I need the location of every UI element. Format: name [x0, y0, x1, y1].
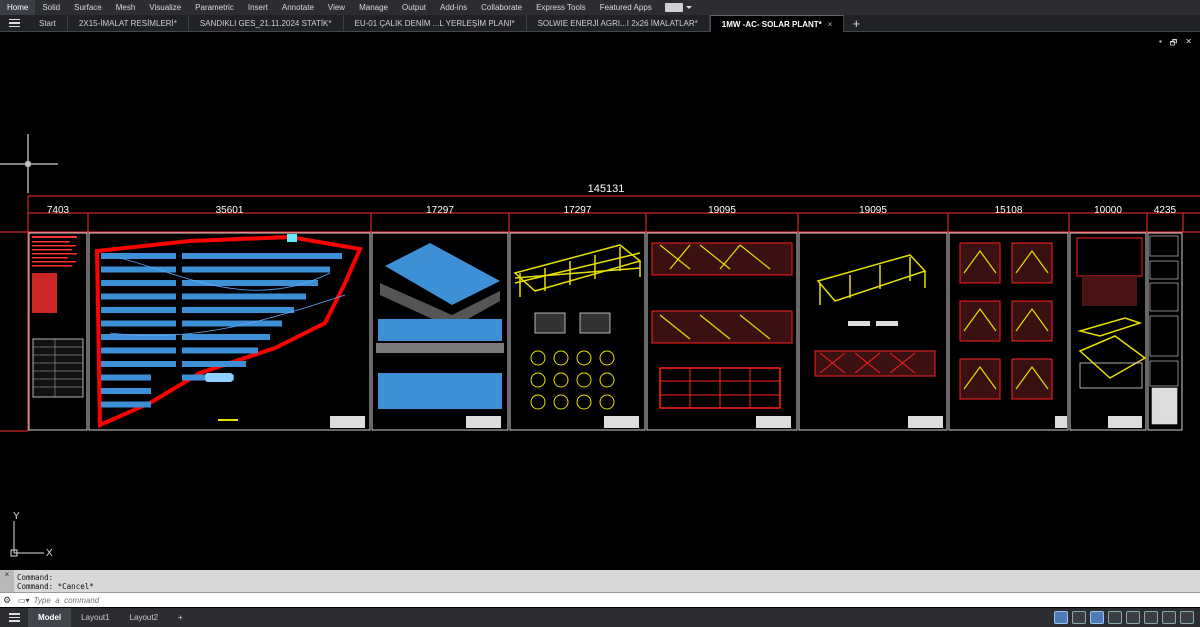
- close-command-icon[interactable]: ×: [0, 570, 14, 580]
- file-tabs: Start 2X15-İMALAT RESİMLERİ* SANDIKLI GE…: [0, 14, 1200, 32]
- ribbon-tab-home[interactable]: Home: [0, 0, 36, 15]
- sheet-frame: [28, 232, 88, 431]
- ribbon-tab-collaborate[interactable]: Collaborate: [474, 0, 529, 15]
- file-tab-start[interactable]: Start: [28, 14, 68, 32]
- sheet-elevations: [651, 242, 793, 428]
- ribbon-tab-parametric[interactable]: Parametric: [188, 0, 241, 15]
- layout-menu-icon[interactable]: [0, 609, 28, 626]
- dimension-label: 17297: [426, 205, 454, 216]
- workspace-icon[interactable]: [1144, 611, 1158, 624]
- status-bar: Model Layout1 Layout2 +: [0, 608, 1200, 627]
- tab-layout1[interactable]: Layout1: [71, 608, 119, 627]
- customize-icon[interactable]: [1180, 611, 1194, 624]
- ribbon-tab-visualize[interactable]: Visualize: [142, 0, 188, 15]
- ucs-y-label: Y: [13, 511, 20, 522]
- total-dimension: 145131: [588, 183, 625, 195]
- new-tab-button[interactable]: +: [844, 15, 868, 32]
- dimension-label: 19095: [708, 205, 736, 216]
- command-history-line: Command:: [17, 573, 54, 582]
- dimension-label: 10000: [1094, 205, 1122, 216]
- file-tab-active-label: 1MW -AC- SOLAR PLANT*: [721, 19, 822, 29]
- close-tab-icon[interactable]: ×: [828, 20, 833, 29]
- file-tab-4[interactable]: SOLWIE ENERJİ AGRI...I 2x26 İMALATLAR*: [527, 14, 710, 32]
- sheet-structure-3d: [814, 254, 943, 428]
- sheet-site-plan: [94, 234, 365, 429]
- ribbon-tab-solid[interactable]: Solid: [35, 0, 67, 15]
- dimension-label: 17297: [564, 205, 592, 216]
- ribbon-tab-output[interactable]: Output: [395, 0, 433, 15]
- ribbon-tab-express-tools[interactable]: Express Tools: [529, 0, 593, 15]
- crosshair-cursor: [0, 134, 58, 193]
- snap-icon[interactable]: [1090, 611, 1104, 624]
- ucs-x-label: X: [46, 548, 53, 559]
- file-tab-1[interactable]: 2X15-İMALAT RESİMLERİ*: [68, 14, 189, 32]
- menu-icon[interactable]: [0, 15, 28, 32]
- ribbon-tabs: Home Solid Surface Mesh Visualize Parame…: [0, 0, 1200, 15]
- grid-icon[interactable]: [1072, 611, 1086, 624]
- sheet-schedules: [1149, 235, 1179, 425]
- sheet-pv-table-3d: [376, 243, 504, 428]
- model-space-icon[interactable]: [1054, 611, 1068, 624]
- ribbon-tab-manage[interactable]: Manage: [352, 0, 395, 15]
- file-tab-2[interactable]: SANDIKLI GES_21.11.2024 STATİK*: [189, 14, 344, 32]
- file-tab-3[interactable]: EU-01 ÇALIK DENİM ...L YERLEŞİM PLANI*: [344, 14, 527, 32]
- add-layout-button[interactable]: +: [168, 608, 193, 627]
- tab-model[interactable]: Model: [28, 608, 72, 627]
- command-input[interactable]: [33, 595, 434, 605]
- ribbon-tab-mesh[interactable]: Mesh: [109, 0, 143, 15]
- sheet-legend: [32, 236, 84, 398]
- ucs-icon: [10, 521, 44, 557]
- sheet-frame: [88, 232, 371, 431]
- command-line: ⚙ ▭▾: [0, 592, 1200, 607]
- ribbon-display-toggle-icon[interactable]: [664, 3, 692, 12]
- command-history-line: Command: *Cancel*: [17, 582, 94, 591]
- tab-layout2[interactable]: Layout2: [120, 608, 168, 627]
- ribbon-tab-surface[interactable]: Surface: [67, 0, 109, 15]
- dimension-label: 15108: [995, 205, 1023, 216]
- print-icon[interactable]: [1126, 611, 1140, 624]
- ribbon-tab-addins[interactable]: Add-ins: [433, 0, 474, 15]
- command-prompt-icon[interactable]: ▭▾: [18, 596, 30, 605]
- annotation-scale-icon[interactable]: [1108, 611, 1122, 624]
- file-tab-active[interactable]: 1MW -AC- SOLAR PLANT* ×: [709, 14, 845, 32]
- sheet-foundation-details: [1076, 237, 1147, 428]
- fullscreen-icon[interactable]: [1162, 611, 1176, 624]
- ribbon-tab-featured-apps[interactable]: Featured Apps: [593, 0, 659, 15]
- ribbon-tab-insert[interactable]: Insert: [241, 0, 275, 15]
- dimension-label: 4235: [1154, 205, 1177, 216]
- command-side-bar: ×: [0, 570, 14, 592]
- drawing-canvas[interactable]: ▪ 🗗 ✕ 145131 7403 35601 17297 17297 19095 190…: [0, 33, 1200, 570]
- sheet-steel-structure: [513, 244, 642, 428]
- autocad-window: Home Solid Surface Mesh Visualize Parame…: [0, 0, 1200, 627]
- dimension-label: 35601: [216, 205, 244, 216]
- ribbon-tab-view[interactable]: View: [321, 0, 352, 15]
- sheet-connection-details: [959, 242, 1053, 400]
- wrench-icon[interactable]: ⚙: [0, 595, 14, 606]
- ribbon-tab-annotate[interactable]: Annotate: [275, 0, 321, 15]
- drawing-svg: 145131 7403 35601 17297 17297 19095 19095 1510…: [0, 134, 1200, 559]
- command-history: × Command: Command: *Cancel*: [0, 570, 1200, 592]
- dimension-label: 7403: [47, 205, 70, 216]
- status-toggles: [1054, 611, 1194, 624]
- sheet-frame: [798, 232, 948, 431]
- dimension-label: 19095: [859, 205, 887, 216]
